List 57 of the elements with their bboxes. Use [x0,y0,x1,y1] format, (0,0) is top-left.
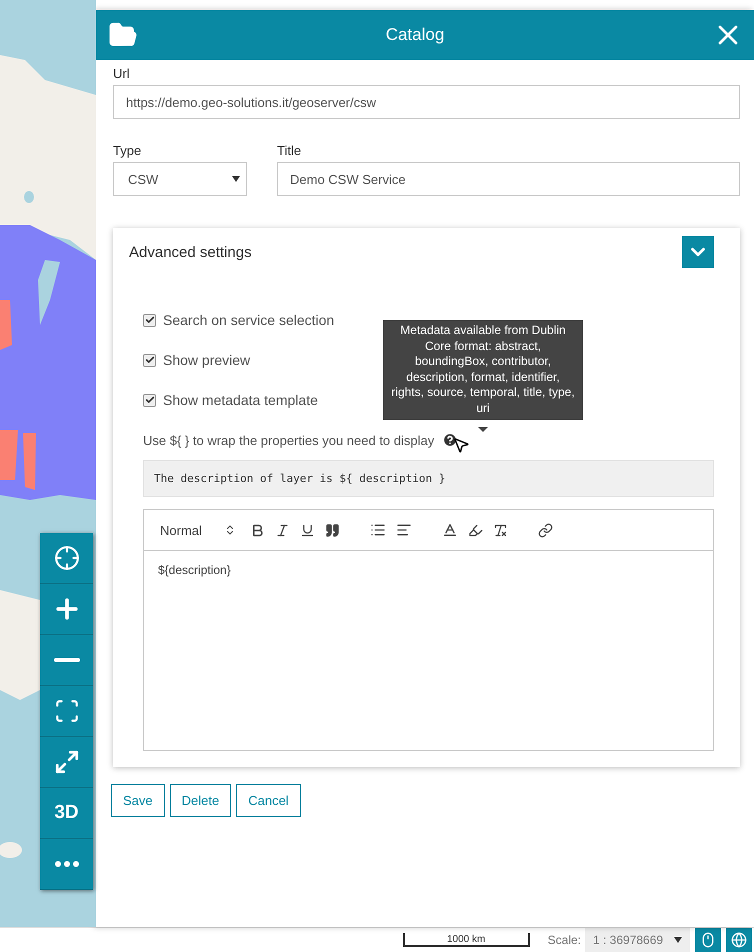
underline-button[interactable] [300,522,315,538]
scale-select[interactable]: 1 : 36978669 [585,928,690,952]
url-label: Url [113,66,131,81]
text-color-button[interactable] [442,522,458,538]
map-tool-button[interactable] [40,635,93,686]
caret-icon [674,937,682,943]
checkbox[interactable] [143,354,156,366]
crosshair-icon [54,545,80,571]
checkbox[interactable] [143,394,156,406]
panel-title: Catalog [386,25,444,45]
mouse-icon [700,932,716,948]
checkbox[interactable] [143,314,156,326]
map-tool-button[interactable]: 3D [40,788,93,839]
zoom-extent-icon [54,698,80,724]
map-tool-button[interactable] [40,686,93,737]
advanced-settings-title: Advanced settings [129,244,252,260]
link-button[interactable] [538,522,553,538]
type-select[interactable]: CSW [113,162,247,196]
template-example: The description of layer is ${ description } [143,460,714,497]
title-label: Title [277,143,302,158]
mouse-button[interactable] [695,928,721,952]
expand-button[interactable] [682,236,714,268]
caret-icon [232,176,240,182]
expand-arrows-icon [54,749,80,775]
title-field[interactable]: Demo CSW Service [277,162,740,196]
type-label: Type [113,143,142,158]
align-button[interactable] [396,522,412,538]
map-tool-button[interactable] [40,839,93,890]
action-button[interactable]: Cancel [236,784,301,817]
action-button[interactable]: Delete [170,784,232,817]
more-icon [54,861,78,867]
italic-button[interactable] [274,522,290,538]
globe-button[interactable] [726,928,752,952]
tooltip: Metadata available from Dublin Core format: abstract, boundingBox, contributor, description, format, identifier, rights, source, temporal, title, type, uri [383,320,583,420]
quote-button[interactable] [324,522,340,538]
checkbox-option[interactable]: Search on service selection [143,300,334,340]
format-select[interactable]: Normal [160,522,236,538]
url-field[interactable]: https://demo.geo-solutions.it/geoserver/csw [113,85,740,119]
action-button[interactable]: Save [111,784,165,817]
clear-format-button[interactable] [492,522,508,538]
map-tool-button[interactable] [40,737,93,788]
editor-content[interactable]: ${description} [144,551,713,750]
map-tool-button[interactable] [40,533,93,584]
map-tool-button[interactable] [40,584,93,635]
rich-text-editor[interactable]: Normal ${description} [143,509,714,751]
help-icon[interactable] [442,432,458,448]
scale-label: Scale: [548,933,581,947]
highlight-button[interactable] [468,522,483,538]
checkbox-option[interactable]: Show metadata template [143,380,318,420]
list-button[interactable] [370,522,386,538]
zoom-out-icon [54,658,80,662]
cursor-icon [452,436,470,454]
checkbox-option[interactable]: Show preview [143,340,250,380]
template-hint: Use ${ } to wrap the properties you need to display [143,432,434,448]
globe-icon [731,932,747,948]
tooltip-pointer [478,427,488,432]
scale-bar: 1000 km [402,933,530,947]
